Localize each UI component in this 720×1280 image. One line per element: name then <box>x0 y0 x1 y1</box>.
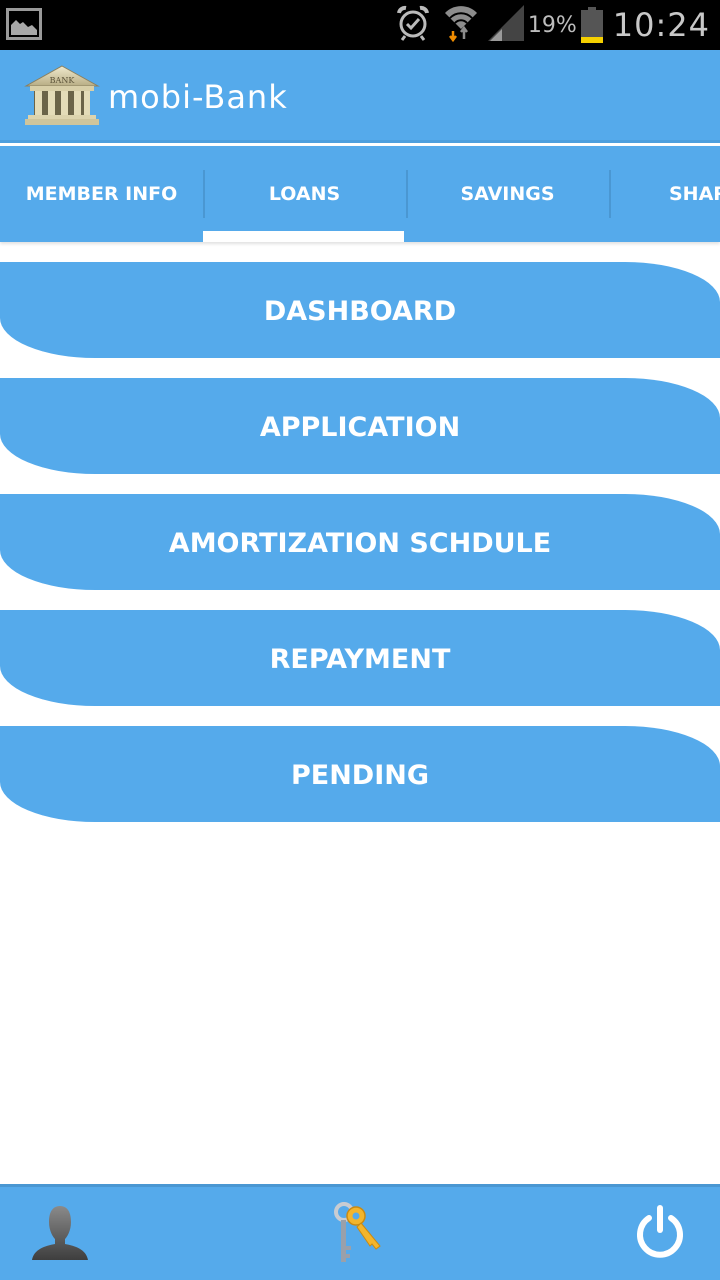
active-tab-indicator <box>203 231 404 242</box>
user-profile-icon <box>28 1204 92 1266</box>
status-bar: 19% 10:24 <box>0 0 720 50</box>
tab-loans[interactable]: LOANS <box>203 146 406 242</box>
battery-percentage: 19% <box>527 12 577 38</box>
bank-building-icon: BANK <box>24 64 100 128</box>
gallery-icon <box>6 8 42 40</box>
app-bar: BANK mobi-Bank <box>0 50 720 143</box>
signal-icon <box>487 5 524 45</box>
tab-member-info[interactable]: MEMBER INFO <box>0 146 203 242</box>
repayment-label: REPAYMENT <box>269 643 451 675</box>
alarm-icon <box>396 5 430 45</box>
keys-icon <box>328 1200 392 1270</box>
amortization-schedule-button[interactable]: AMORTIZATION SCHDULE <box>0 494 720 590</box>
tab-shares[interactable]: SHARES <box>609 146 720 242</box>
application-button[interactable]: APPLICATION <box>0 378 720 474</box>
tab-savings[interactable]: SAVINGS <box>406 146 609 242</box>
app-title: mobi-Bank <box>108 78 288 116</box>
tab-bar: MEMBER INFO LOANS SAVINGS SHARES <box>0 146 720 242</box>
power-icon <box>633 1204 687 1266</box>
repayment-button[interactable]: REPAYMENT <box>0 610 720 706</box>
bottom-bar <box>0 1184 720 1280</box>
pending-button[interactable]: PENDING <box>0 726 720 822</box>
wifi-icon <box>444 3 478 47</box>
pending-label: PENDING <box>290 759 430 791</box>
clock: 10:24 <box>612 6 710 44</box>
battery-icon <box>580 7 603 43</box>
svg-text:BANK: BANK <box>50 76 76 85</box>
amortization-schedule-label: AMORTIZATION SCHDULE <box>168 527 552 559</box>
dashboard-label: DASHBOARD <box>263 295 457 327</box>
application-label: APPLICATION <box>259 411 461 443</box>
profile-button[interactable] <box>20 1197 100 1273</box>
loans-menu: DASHBOARD APPLICATION AMORTIZATION SCHDU… <box>0 262 720 842</box>
dashboard-button[interactable]: DASHBOARD <box>0 262 720 358</box>
change-password-button[interactable] <box>320 1197 400 1273</box>
logout-button[interactable] <box>620 1197 700 1273</box>
